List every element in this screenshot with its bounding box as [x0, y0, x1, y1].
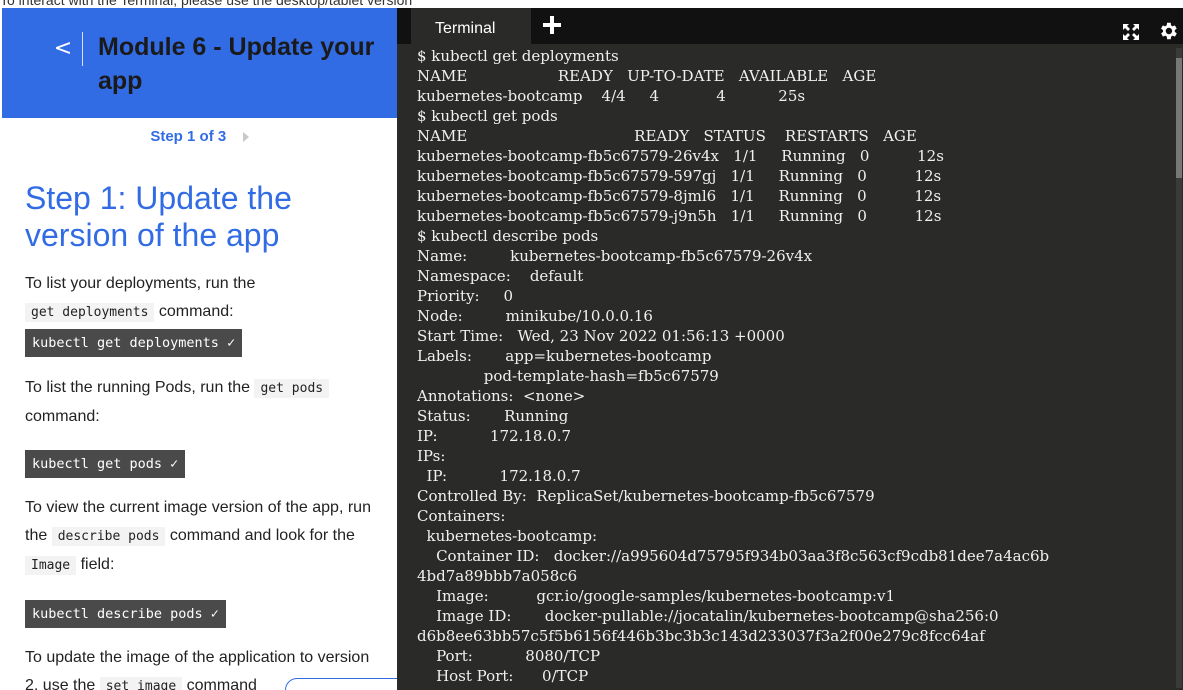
instruction-text: command:	[25, 408, 100, 425]
instruction-text: command:	[158, 303, 234, 320]
instruction-text: To list your deployments, run the	[25, 275, 256, 292]
chevron-right-icon[interactable]	[242, 131, 249, 142]
instruction-text: command	[186, 677, 257, 690]
run-describe-pods-button[interactable]: kubectl describe pods ✓	[25, 600, 226, 628]
terminal-line: NAME READY STATUS RESTARTS AGE	[417, 127, 917, 145]
inline-code: set image	[99, 677, 183, 690]
step-heading: Step 1: Update the version of the app	[25, 180, 292, 253]
terminal-line: IP: 172.18.0.7	[417, 467, 581, 485]
step-navigation: Step 1 of 3	[2, 128, 397, 152]
terminal-line: IPs:	[417, 447, 446, 465]
terminal-line: Controlled By: ReplicaSet/kubernetes-boo…	[417, 487, 875, 505]
desktop-version-notice: To interact with the Terminal, please us…	[0, 0, 413, 8]
gear-icon[interactable]	[1157, 20, 1179, 42]
terminal-line: Containers:	[417, 507, 506, 525]
instruction-list-deployments: To list your deployments, run the get de…	[25, 270, 385, 327]
plus-icon[interactable]	[541, 14, 563, 36]
run-get-deployments-button[interactable]: kubectl get deployments ✓	[25, 329, 243, 357]
terminal-line: kubernetes-bootcamp 4/4 4 4 25s	[417, 87, 806, 105]
terminal-line: pod-template-hash=fb5c67579	[417, 367, 719, 385]
tab-terminal[interactable]: Terminal	[411, 8, 531, 44]
header-divider	[82, 32, 83, 66]
terminal-line: d6b8ee63bb57c5f5b6156f446b3bc3b3c143d233…	[417, 627, 985, 645]
terminal-line: Port: 8080/TCP	[417, 647, 601, 665]
terminal-tab-bar: Terminal	[397, 8, 1183, 44]
module-header: < Module 6 - Update your app	[2, 8, 397, 118]
expand-icon[interactable]	[1121, 22, 1141, 42]
terminal-line: $ kubectl get pods	[417, 107, 558, 125]
instruction-describe-pods: To view the current image version of the…	[25, 494, 385, 580]
terminal-line: kubernetes-bootcamp-fb5c67579-j9n5h 1/1 …	[417, 207, 942, 225]
terminal-output: $ kubectl get deployments NAME READY UP-T…	[417, 46, 1177, 686]
terminal-line: Image: gcr.io/google-samples/kubernetes-…	[417, 587, 895, 605]
terminal-line: kubernetes-bootcamp:	[417, 527, 598, 545]
instruction-list-pods: To list the running Pods, run the get po…	[25, 374, 385, 431]
step-indicator: Step 1 of 3	[150, 128, 227, 146]
instruction-text: command and look for the	[169, 527, 355, 544]
terminal-line: Host Port: 0/TCP	[417, 667, 589, 685]
chevron-left-icon: <	[53, 36, 73, 61]
terminal-line: Image ID: docker-pullable://jocatalin/ku…	[417, 607, 999, 625]
terminal-line: Start Time: Wed, 23 Nov 2022 01:56:13 +0…	[417, 327, 785, 345]
instruction-text: To list the running Pods, run the	[25, 379, 251, 396]
terminal-window[interactable]: Terminal $ kubectl get deployments NAME R…	[397, 8, 1183, 690]
terminal-line: Status: Running	[417, 407, 569, 425]
inline-code: Image	[25, 556, 77, 575]
terminal-line: kubernetes-bootcamp-fb5c67579-597gj 1/1 …	[417, 167, 942, 185]
terminal-line: kubernetes-bootcamp-fb5c67579-26v4x 1/1 …	[417, 147, 944, 165]
terminal-line: Name: kubernetes-bootcamp-fb5c67579-26v4…	[417, 247, 813, 265]
terminal-line: Container ID: docker://a995604d75795f934…	[417, 547, 1050, 565]
terminal-line: Namespace: default	[417, 267, 584, 285]
terminal-line: NAME READY UP-TO-DATE AVAILABLE AGE	[417, 67, 877, 85]
terminal-line: Labels: app=kubernetes-bootcamp	[417, 347, 712, 365]
terminal-line: 4bd7a89bbb7a058c6	[417, 567, 578, 585]
terminal-scrollbar[interactable]	[1176, 48, 1182, 688]
module-title: Module 6 - Update your app	[98, 33, 375, 95]
run-get-pods-button[interactable]: kubectl get pods ✓	[25, 450, 186, 478]
terminal-line: Priority: 0	[417, 287, 513, 305]
terminal-line: kubernetes-bootcamp-fb5c67579-8jml6 1/1 …	[417, 187, 942, 205]
terminal-line: $ kubectl get deployments	[417, 47, 619, 65]
tutorial-panel: < Module 6 - Update your app Step 1 of 3…	[2, 8, 397, 690]
instruction-text: field:	[80, 556, 115, 573]
terminal-line: Annotations: <none>	[417, 387, 586, 405]
terminal-line: Node: minikube/10.0.0.16	[417, 307, 653, 325]
back-button[interactable]: <	[46, 34, 80, 68]
inline-code: get deployments	[25, 303, 155, 322]
inline-code: get pods	[254, 379, 330, 398]
scrollbar-thumb[interactable]	[1176, 58, 1182, 178]
terminal-line: IP: 172.18.0.7	[417, 427, 572, 445]
terminal-line: $ kubectl describe pods	[417, 227, 599, 245]
inline-code: describe pods	[51, 527, 166, 546]
